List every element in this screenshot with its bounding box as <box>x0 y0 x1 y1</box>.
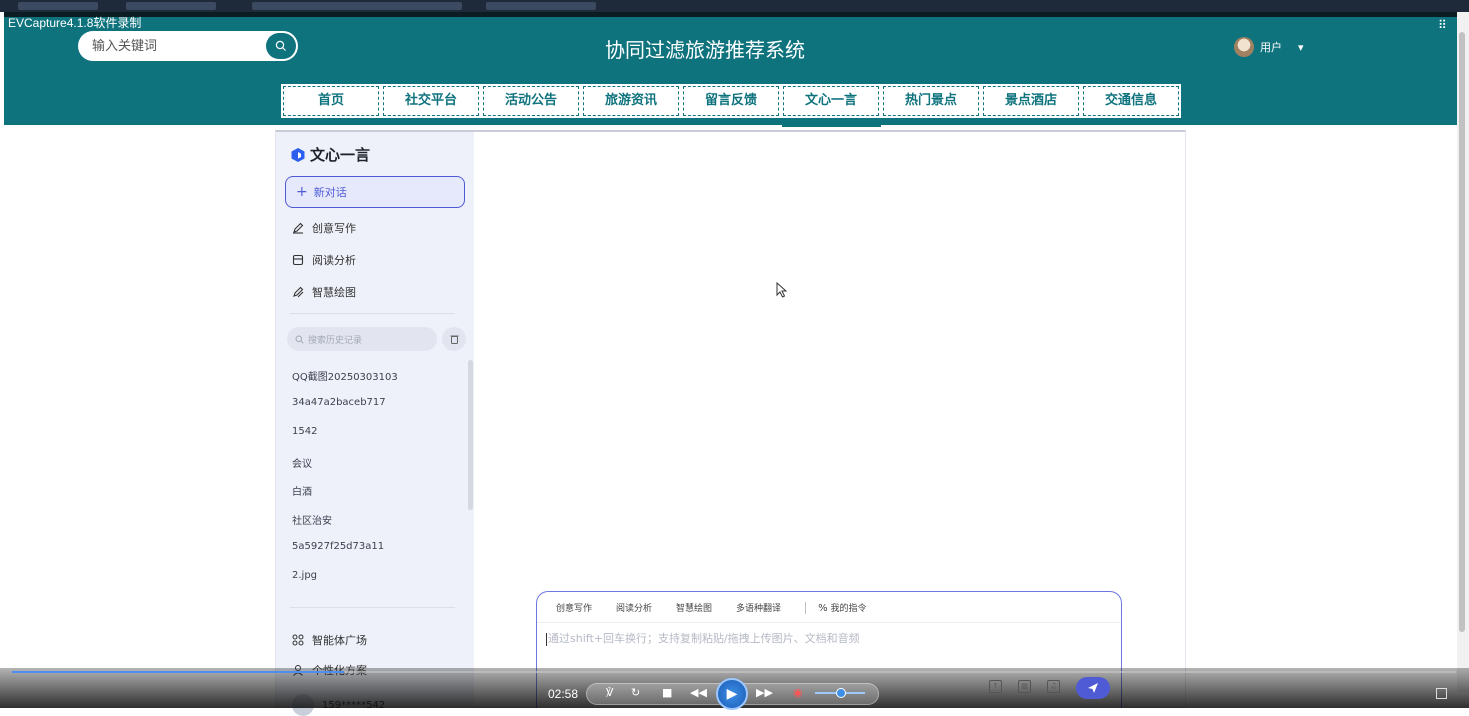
fast-forward-icon[interactable]: ▶▶ <box>756 686 773 699</box>
nav-feedback[interactable]: 留言反馈 <box>681 84 781 118</box>
page-scrollbar[interactable] <box>1457 12 1469 692</box>
play-icon: ▶ <box>726 686 738 702</box>
history-item[interactable]: 1542 <box>292 426 317 437</box>
stop-icon[interactable]: ■ <box>662 686 672 699</box>
history-search-placeholder: 搜索历史记录 <box>308 335 363 346</box>
chip-creative-writing[interactable]: 创意写作 <box>556 601 592 614</box>
nav-announcements[interactable]: 活动公告 <box>481 84 581 118</box>
plus-icon: + <box>296 184 308 200</box>
playback-progress[interactable] <box>12 671 1456 673</box>
nav-hot-spots[interactable]: 热门景点 <box>881 84 981 118</box>
nav-wenxin[interactable]: 文心一言 <box>781 84 881 118</box>
user-menu[interactable]: 用户 ▾ <box>1234 37 1304 57</box>
sidebar-item-creative-writing[interactable]: 创意写作 <box>292 220 356 236</box>
document-icon <box>292 254 304 266</box>
search-icon <box>295 335 304 344</box>
taskbar-tab[interactable] <box>486 2 596 10</box>
history-item[interactable]: 会议 <box>292 455 312 470</box>
header-search <box>78 31 298 61</box>
chat-sidebar <box>276 132 474 708</box>
nav-active-indicator <box>782 125 881 127</box>
avatar <box>1234 37 1254 57</box>
sidebar-divider <box>290 313 455 314</box>
wenxin-logo: 文心一言 <box>290 144 370 165</box>
grid-icon <box>292 634 304 646</box>
new-chat-label: 新对话 <box>313 186 347 199</box>
nav-social[interactable]: 社交平台 <box>381 84 481 118</box>
sidebar-item-agent-square[interactable]: 智能体广场 <box>292 632 367 648</box>
chat-input[interactable]: 通过shift+回车换行；支持复制粘贴/拖拽上传图片、文档和音频 <box>546 630 1106 648</box>
recorder-label: EVCapture4.1.8软件录制 <box>8 16 142 30</box>
search-icon <box>275 40 286 51</box>
sidebar-item-reading-analysis[interactable]: 阅读分析 <box>292 252 356 268</box>
history-search[interactable]: 搜索历史记录 <box>287 327 437 351</box>
percent-icon: % <box>818 603 828 614</box>
history-scrollbar[interactable] <box>468 360 473 510</box>
sidebar-item-smart-drawing[interactable]: 智慧绘图 <box>292 284 356 300</box>
new-chat-button[interactable]: + 新对话 <box>285 176 465 208</box>
send-icon <box>1088 683 1098 693</box>
history-item[interactable]: 2.jpg <box>292 570 317 581</box>
chevron-down-icon: ▾ <box>1298 40 1304 54</box>
fullscreen-icon[interactable] <box>1436 688 1447 699</box>
prompt-chips: 创意写作 阅读分析 智慧绘图 多语种翻译 % 我的指令 <box>556 601 866 614</box>
taskbar-tab[interactable] <box>126 2 216 10</box>
upload-icon[interactable]: ↑ <box>989 680 1002 693</box>
rewind-icon[interactable]: ◀◀ <box>690 686 707 699</box>
os-taskbar <box>0 0 1469 12</box>
history-item[interactable]: 34a47a2baceb717 <box>292 397 386 408</box>
pen-icon <box>293 222 304 234</box>
progress-fill <box>12 671 345 673</box>
nav-hotels[interactable]: 景点酒店 <box>981 84 1081 118</box>
site-title: 协同过滤旅游推荐系统 <box>605 38 805 62</box>
chip-separator <box>805 601 807 614</box>
nav-travel-news[interactable]: 旅游资讯 <box>581 84 681 118</box>
volume-knob[interactable] <box>836 688 846 698</box>
search-button[interactable] <box>266 33 296 59</box>
taskbar-tab[interactable] <box>252 2 462 10</box>
input-tools: ↑ ▨ ♫ <box>989 680 1060 693</box>
chip-reading-analysis[interactable]: 阅读分析 <box>616 601 652 614</box>
play-button[interactable]: ▶ <box>716 678 748 710</box>
mouse-cursor-icon <box>776 282 788 298</box>
sidebar-item-label: 创意写作 <box>312 222 356 235</box>
history-item[interactable]: 社区治安 <box>292 512 332 527</box>
playback-time: 02:58 <box>548 687 579 701</box>
my-command-label: 我的指令 <box>830 604 867 614</box>
taskbar-tab[interactable] <box>18 2 98 10</box>
text-caret <box>546 632 547 646</box>
nav-home[interactable]: 首页 <box>281 84 381 118</box>
scrollbar-thumb[interactable] <box>1459 32 1465 632</box>
mute-icon[interactable]: ◉ <box>793 686 803 699</box>
history-item[interactable]: 白酒 <box>292 483 312 498</box>
chip-translation[interactable]: 多语种翻译 <box>736 601 781 614</box>
chip-smart-drawing[interactable]: 智慧绘图 <box>676 601 712 614</box>
user-label: 用户 <box>1260 41 1282 54</box>
history-item[interactable]: 5a5927f25d73a11 <box>292 541 384 552</box>
replay-icon[interactable]: ↻ <box>631 686 640 699</box>
send-button[interactable] <box>1076 677 1110 699</box>
clear-history-button[interactable] <box>442 327 466 351</box>
input-divider <box>537 622 1121 623</box>
trash-icon <box>450 335 458 344</box>
chat-input-placeholder: 通过shift+回车换行；支持复制粘贴/拖拽上传图片、文档和音频 <box>548 632 860 645</box>
sidebar-item-label: 阅读分析 <box>312 254 356 267</box>
brush-icon <box>293 286 304 298</box>
speed-icon[interactable]: ℣ <box>606 686 614 699</box>
sidebar-divider <box>290 607 455 608</box>
logo-text: 文心一言 <box>310 146 371 164</box>
nav-traffic[interactable]: 交通信息 <box>1081 84 1181 118</box>
wenxin-logo-icon <box>291 147 305 162</box>
sidebar-item-label: 智能体广场 <box>312 634 367 647</box>
history-item[interactable]: QQ截图20250303103 <box>292 368 398 383</box>
chip-my-command[interactable]: % 我的指令 <box>818 601 866 614</box>
grid-menu-icon[interactable]: ⠿ <box>1438 18 1447 32</box>
image-icon[interactable]: ▨ <box>1018 680 1031 693</box>
audio-icon[interactable]: ♫ <box>1047 680 1060 693</box>
search-input[interactable] <box>92 37 262 55</box>
sidebar-item-label: 智慧绘图 <box>312 286 356 299</box>
